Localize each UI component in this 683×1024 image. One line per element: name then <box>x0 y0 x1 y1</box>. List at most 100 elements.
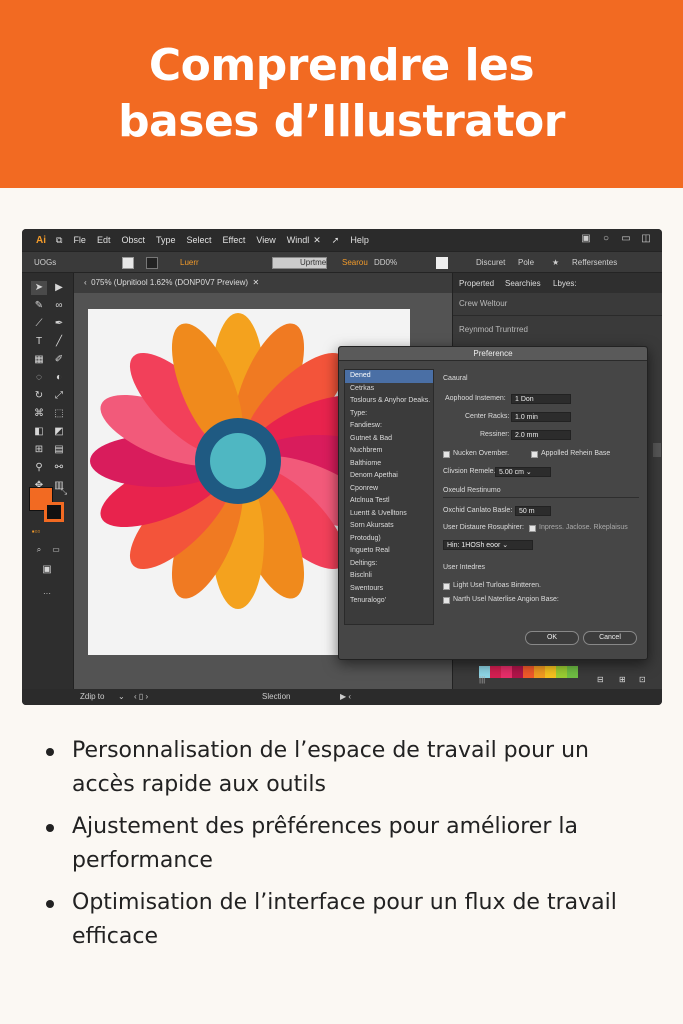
style-swatch[interactable] <box>436 257 448 269</box>
center-racks-input[interactable]: 1.0 min <box>511 412 571 422</box>
category-item[interactable]: Cetrkas <box>345 383 433 396</box>
checkbox-3[interactable] <box>529 525 536 532</box>
category-item[interactable]: Sorn Akursats <box>345 520 433 533</box>
free-transform-icon[interactable]: ⬚ <box>51 407 67 421</box>
menu-edit[interactable]: Edt <box>97 235 111 245</box>
category-item[interactable]: Gutnet & Bad <box>345 433 433 446</box>
swap-colors-icon[interactable]: ⤡ <box>56 485 72 499</box>
category-item[interactable]: Fandiesw: <box>345 420 433 433</box>
checkbox-1[interactable] <box>443 451 450 458</box>
color-swatch[interactable] <box>523 666 534 678</box>
stroke-swatch[interactable] <box>146 257 158 269</box>
hin-select[interactable]: Hin: 1HOSh eoor ⌄ <box>443 540 533 550</box>
control-label-2[interactable]: Luerr <box>180 258 199 267</box>
checkbox-5[interactable] <box>443 597 450 604</box>
zoom-field[interactable]: Zdip to <box>80 692 104 701</box>
menu-file[interactable]: Fle <box>73 235 86 245</box>
zoom-dropdown-icon[interactable]: ⌄ <box>118 692 125 701</box>
menu-effect[interactable]: Effect <box>223 235 246 245</box>
play-icon[interactable]: ▶ ‹ <box>340 692 351 701</box>
checkbox-2[interactable] <box>531 451 538 458</box>
ok-button[interactable]: OK <box>525 631 579 645</box>
blend-tool-icon[interactable]: ⚯ <box>51 461 67 475</box>
new-swatch-icon[interactable]: ⊞ <box>619 675 626 684</box>
menu-view[interactable]: View <box>256 235 275 245</box>
color-swatch[interactable] <box>556 666 567 678</box>
oxchid-input[interactable]: 50 m <box>515 506 551 516</box>
category-item[interactable]: Bisclnli <box>345 570 433 583</box>
direct-selection-tool-icon[interactable]: ▶ <box>51 281 67 295</box>
category-item[interactable]: Luentt & Uvelltons <box>345 508 433 521</box>
control-label-6[interactable]: Discuret <box>476 258 505 267</box>
menu-object[interactable]: Obsct <box>121 235 145 245</box>
keyboard-increment-input[interactable]: 1 Don <box>511 394 571 404</box>
eyedropper-icon[interactable]: ⚲ <box>31 461 47 475</box>
category-item[interactable]: Toslours & Anyhor Deaks. <box>345 395 433 408</box>
gradient-tool-icon[interactable]: ▤ <box>51 443 67 457</box>
control-label-8[interactable]: Reffersentes <box>572 258 617 267</box>
color-swatch[interactable] <box>567 666 578 678</box>
category-item[interactable]: Cponrew <box>345 483 433 496</box>
category-item[interactable]: Nuchbrem <box>345 445 433 458</box>
line-tool-icon[interactable]: ╱ <box>51 335 67 349</box>
width-tool-icon[interactable]: ⌘ <box>31 407 47 421</box>
workspace-icon[interactable]: ▭ <box>620 233 632 245</box>
stroke-color-swatch[interactable] <box>44 502 64 522</box>
panel-scrollbar[interactable] <box>653 443 661 457</box>
category-item[interactable]: Ingueto Real <box>345 545 433 558</box>
eraser-icon[interactable]: ◐ <box>51 371 67 385</box>
tab-layers[interactable]: Lbyes: <box>553 279 577 288</box>
close-icon[interactable]: ✕ <box>313 235 321 246</box>
color-swatch[interactable] <box>501 666 512 678</box>
ressiner-input[interactable]: 2.0 mm <box>511 430 571 440</box>
tab-search[interactable]: Searchies <box>505 279 541 288</box>
checkbox-4[interactable] <box>443 583 450 590</box>
category-item[interactable]: Swentours <box>345 583 433 596</box>
flower-center[interactable] <box>210 433 266 489</box>
color-swatch[interactable] <box>545 666 556 678</box>
selection-tool-icon[interactable]: ➤ <box>31 281 47 295</box>
pen-tool-icon[interactable]: ⟋ <box>31 317 47 331</box>
menu-type[interactable]: Type <box>156 235 176 245</box>
lasso-icon[interactable]: ∞ <box>51 299 67 313</box>
menu-window[interactable]: Windl <box>287 235 310 245</box>
shaper-tool-icon[interactable]: ◌ <box>31 371 47 385</box>
delete-swatch-icon[interactable]: ⊡ <box>639 675 646 684</box>
close-tab-icon[interactable]: ✕ <box>253 278 260 287</box>
control-label-4[interactable]: Searou <box>342 258 368 267</box>
artboard-prev-icon[interactable]: ‹ ▯ › <box>134 692 148 701</box>
color-swatch[interactable] <box>534 666 545 678</box>
cancel-button[interactable]: Cancel <box>583 631 637 645</box>
curvature-icon[interactable]: ✒ <box>51 317 67 331</box>
category-item[interactable]: Deltings: <box>345 558 433 571</box>
mesh-tool-icon[interactable]: ⊞ <box>31 443 47 457</box>
menu-help[interactable]: Help <box>350 235 369 245</box>
tab-properties[interactable]: Properted <box>459 279 494 288</box>
menu-select[interactable]: Select <box>187 235 212 245</box>
color-swatch[interactable] <box>512 666 523 678</box>
color-mode-icon[interactable]: ▪▫▫ <box>28 525 44 539</box>
type-tool-icon[interactable]: T <box>31 335 47 349</box>
arrange-icon[interactable]: ➚ <box>332 235 340 246</box>
search-icon[interactable]: ○ <box>600 233 612 245</box>
document-tab[interactable]: ‹ 075% (Upnitiool 1.62% (DONP0V7 Preview… <box>74 273 452 293</box>
category-item[interactable]: Type: <box>345 408 433 421</box>
color-swatch[interactable] <box>490 666 501 678</box>
category-item[interactable]: Protodug) <box>345 533 433 546</box>
swatch-options-icon[interactable]: ⊟ <box>597 675 604 684</box>
fill-none-swatch[interactable] <box>122 257 134 269</box>
magic-wand-icon[interactable]: ✎ <box>31 299 47 313</box>
swatch-library-icon[interactable]: ||| <box>479 675 485 684</box>
rectangle-tool-icon[interactable]: ▦ <box>31 353 47 367</box>
category-item[interactable]: Denom Apethai <box>345 470 433 483</box>
artboard-icon[interactable]: ▣ <box>39 563 55 577</box>
screen-mode-icon[interactable]: ▭ <box>48 543 64 557</box>
document-icon[interactable]: ▣ <box>580 233 592 245</box>
rotate-tool-icon[interactable]: ↻ <box>31 389 47 403</box>
perspective-grid-icon[interactable]: ◩ <box>51 425 67 439</box>
chevron-left-icon[interactable]: ‹ <box>84 278 87 287</box>
opacity-value[interactable]: DD0% <box>374 258 397 267</box>
window-icon[interactable]: ◫ <box>640 233 652 245</box>
zoom-icon[interactable]: ⌕ <box>31 543 47 557</box>
category-item[interactable]: Tenuralogo' <box>345 595 433 608</box>
